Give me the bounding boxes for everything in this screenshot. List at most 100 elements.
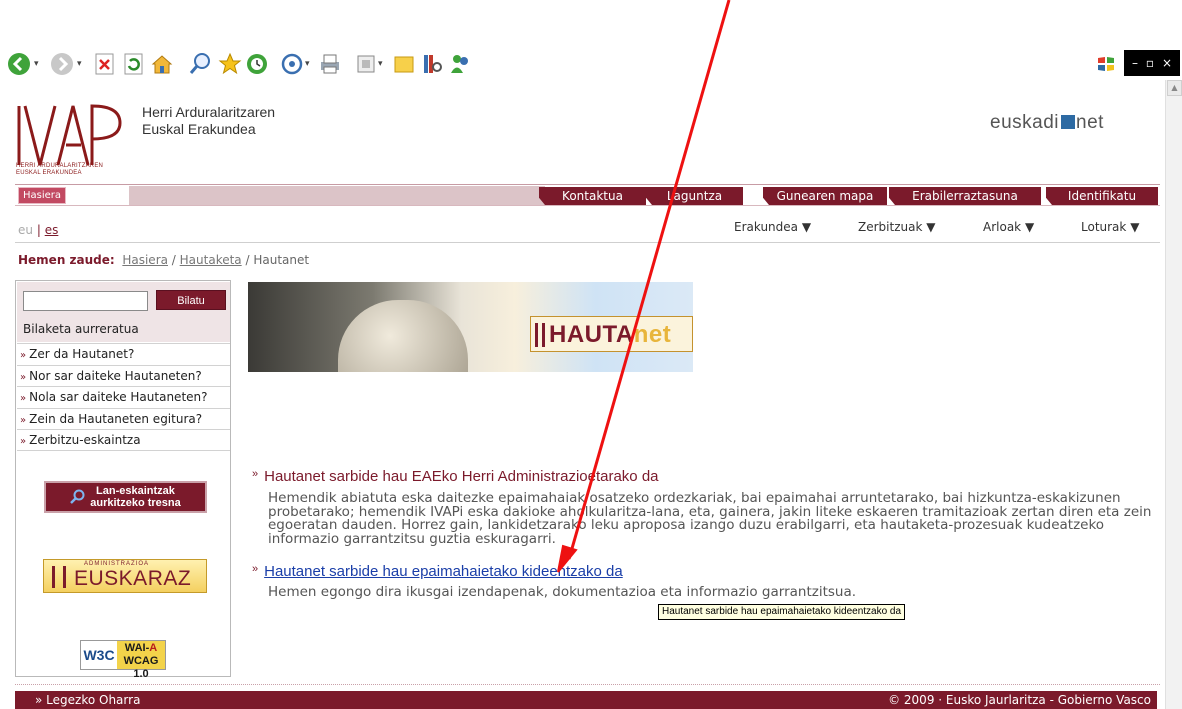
section2-link[interactable]: Hautanet sarbide hau epaimahaietako kide… — [264, 563, 623, 580]
favorites-icon[interactable] — [218, 52, 242, 76]
breadcrumb: Hemen zaude: Hasiera / Hautaketa / Hauta… — [18, 253, 309, 267]
wai-a-badge[interactable]: W3C WAI-A WCAG 1.0 — [80, 640, 166, 680]
search-box: Bilatu Bilaketa aurreratua — [17, 282, 230, 342]
banner-photo — [338, 300, 468, 372]
subnav-zerbitzuak-label: Zerbitzuak — [858, 220, 923, 234]
refresh-icon[interactable] — [122, 52, 146, 76]
subnav-loturak[interactable]: Loturak ▼ — [1081, 220, 1139, 234]
search-icon[interactable] — [188, 52, 212, 76]
euskadinet-logo-left: euskadi — [990, 112, 1059, 133]
breadcrumb-label: Hemen zaude: — [18, 253, 115, 267]
sidebar-item-zerbitzu[interactable]: » Zerbitzu-eskaintza — [17, 429, 230, 451]
lan-eskaintzak-line-1: Lan-eskaintzak — [96, 485, 175, 497]
magnifier-icon — [70, 489, 85, 504]
hautanet-logo: HAUTAnet — [530, 316, 693, 352]
vertical-scrollbar[interactable]: ▲ — [1165, 80, 1182, 709]
search-button[interactable]: Bilatu — [156, 290, 226, 310]
tab-erabilerraztasuna[interactable]: Erabilerraztasuna — [889, 187, 1041, 205]
section2-body: Hemen egongo dira ikusgai izendapenak, d… — [268, 584, 857, 600]
minimize-icon[interactable]: – — [1132, 56, 1138, 70]
breadcrumb-hautaketa[interactable]: Hautaketa — [180, 253, 242, 267]
sidebar-item-nor-sar[interactable]: » Nor sar daiteke Hautaneten? — [17, 364, 230, 387]
window-controls: – ▫ × — [1124, 50, 1180, 76]
history-icon[interactable] — [245, 52, 269, 76]
home-icon[interactable] — [150, 52, 174, 76]
double-chevron-icon: » — [20, 393, 27, 405]
messenger-icon[interactable] — [448, 52, 472, 76]
back-icon[interactable] — [7, 52, 31, 76]
section1-title: » Hautanet sarbide hau EAEko Herri Admini… — [252, 468, 659, 485]
triangle-down-icon: ▼ — [1024, 220, 1035, 234]
language-switcher: eu | es — [18, 223, 58, 237]
browser-toolbar: ▾ ▾ ▾ ▾ – ▫ × — [0, 44, 1182, 86]
triangle-down-icon: ▼ — [1130, 220, 1140, 234]
edit-dropdown[interactable]: ▾ — [378, 59, 383, 69]
breadcrumb-separator: / — [241, 253, 254, 267]
sidebar-item-nola-sar[interactable]: » Nola sar daiteke Hautaneten? — [17, 386, 230, 408]
mail-icon[interactable] — [280, 52, 304, 76]
subnav-erakundea[interactable]: Erakundea ▼ — [734, 220, 811, 234]
nav-spacer — [129, 186, 545, 205]
org-name-line-1: Herri Arduralaritzaren — [142, 104, 276, 120]
breadcrumb-hasiera[interactable]: Hasiera — [122, 253, 168, 267]
folder-icon[interactable] — [392, 52, 416, 76]
wcag-badge: WAI-A WCAG 1.0 — [117, 641, 165, 680]
logo-subtitle-line-2: EUSKAL ERAKUNDEA — [16, 170, 82, 176]
org-name: Herri Arduralaritzaren Euskal Erakundea — [142, 104, 275, 138]
stop-icon[interactable] — [93, 52, 117, 76]
search-input[interactable] — [23, 291, 148, 311]
tab-identifikatu[interactable]: Identifikatu — [1046, 187, 1158, 205]
subnav-zerbitzuak[interactable]: Zerbitzuak ▼ — [858, 220, 935, 234]
ivap-mark-icon — [52, 566, 66, 588]
double-chevron-icon: » — [20, 371, 27, 383]
close-icon[interactable]: × — [1162, 56, 1172, 70]
euskaraz-banner[interactable]: ADMINISTRAZIOA EUSKARAZ — [43, 559, 207, 593]
lan-eskaintzak-button[interactable]: Lan-eskaintzak aurkitzeko tresna — [44, 481, 207, 513]
sidebar-item-zer-da[interactable]: » Zer da Hautanet? — [17, 343, 230, 365]
lang-current: eu — [18, 223, 33, 237]
logo-subtitle: HERRI ARDURALARITZAREN EUSKAL ERAKUNDEA — [16, 163, 103, 177]
org-name-line-2: Euskal Erakundea — [142, 121, 256, 137]
nav-home[interactable]: Hasiera — [18, 187, 67, 204]
footer-copyright: © 2009 · Eusko Jaurlaritza - Gobierno Va… — [888, 693, 1151, 707]
tab-kontaktua[interactable]: Kontaktua — [539, 187, 646, 205]
maximize-icon[interactable]: ▫ — [1146, 56, 1154, 70]
mail-dropdown[interactable]: ▾ — [305, 59, 310, 69]
sidebar-item-egitura[interactable]: » Zein da Hautaneten egitura? — [17, 407, 230, 430]
tab-gunearen-mapa[interactable]: Gunearen mapa — [763, 187, 887, 205]
divider — [15, 242, 1160, 243]
sidebar: Bilatu Bilaketa aurreratua » Zer da Hauta… — [15, 280, 231, 680]
lan-eskaintzak-label: Lan-eskaintzak aurkitzeko tresna — [90, 485, 180, 509]
subnav-arloak[interactable]: Arloak ▼ — [983, 220, 1034, 234]
footer-legal-label: Legezko Oharra — [46, 693, 141, 707]
forward-dropdown[interactable]: ▾ — [77, 59, 82, 69]
w3c-logo: W3C — [83, 647, 115, 663]
euskaraz-word: EUSKARAZ — [74, 567, 192, 590]
subnav-loturak-label: Loturak — [1081, 220, 1127, 234]
logo-subtitle-line-1: HERRI ARDURALARITZAREN — [16, 163, 104, 169]
double-chevron-icon: » — [20, 350, 27, 361]
double-chevron-icon: » — [20, 414, 27, 426]
back-dropdown[interactable]: ▾ — [34, 59, 39, 69]
euskadinet-logo-right: net — [1076, 112, 1104, 133]
hautanet-banner: HAUTAnet — [248, 282, 693, 372]
research-icon[interactable] — [420, 52, 444, 76]
scroll-up-icon[interactable]: ▲ — [1167, 80, 1182, 96]
footer-divider — [15, 684, 1160, 685]
footer-legal-link[interactable]: » Legezko Oharra — [35, 687, 140, 709]
euskadinet-logo[interactable]: euskadi net — [990, 112, 1104, 134]
lang-es-link[interactable]: es — [45, 223, 59, 237]
tab-laguntza[interactable]: Laguntza — [646, 187, 743, 205]
sidebar-item-label: Nor sar daiteke Hautaneten? — [29, 368, 202, 383]
lan-eskaintzak-line-2: aurkitzeko tresna — [90, 497, 181, 509]
wcag-version: WCAG 1.0 — [123, 655, 159, 680]
edit-icon[interactable] — [354, 52, 378, 76]
triangle-down-icon: ▼ — [801, 220, 812, 234]
advanced-search-link[interactable]: Bilaketa aurreratua — [23, 322, 139, 336]
print-icon[interactable] — [318, 52, 342, 76]
forward-icon[interactable] — [50, 52, 74, 76]
sidebar-item-label: Zein da Hautaneten egitura? — [29, 411, 203, 426]
section2-title: » Hautanet sarbide hau epaimahaietako kid… — [252, 563, 623, 580]
sidebar-item-label: Zer da Hautanet? — [29, 347, 135, 361]
wai-label: WAI- — [124, 642, 150, 654]
